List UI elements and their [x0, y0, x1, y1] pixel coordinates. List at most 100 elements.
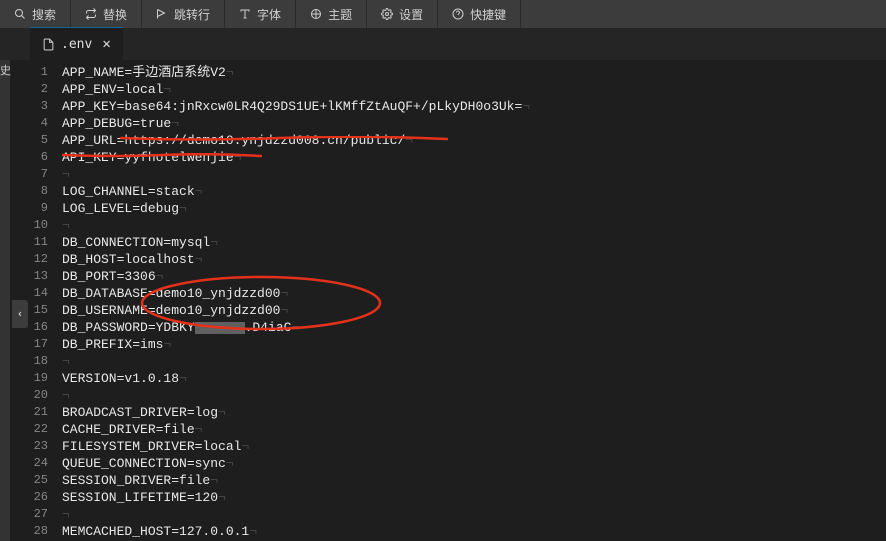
- line-ending-icon: ¬: [156, 269, 164, 284]
- toolbar-goto[interactable]: 跳转行: [142, 0, 225, 28]
- line-ending-icon: ¬: [405, 133, 413, 148]
- code-line[interactable]: APP_KEY=base64:jnRxcw0LR4Q29DS1UE+lKMffZ…: [62, 98, 886, 115]
- code-line[interactable]: DB_USERNAME=demo10_ynjdzzd00¬: [62, 302, 886, 319]
- line-number: 20: [10, 387, 62, 404]
- code-line[interactable]: DB_PASSWORD=YDBKY.D4iaC¬: [62, 319, 886, 336]
- line-ending-icon: ¬: [195, 252, 203, 267]
- line-number: 1: [10, 64, 62, 81]
- line-number: 22: [10, 421, 62, 438]
- code-line[interactable]: ¬: [62, 353, 886, 370]
- code-line[interactable]: DB_PREFIX=ims¬: [62, 336, 886, 353]
- tab-filename: .env: [61, 37, 92, 52]
- line-ending-icon: ¬: [280, 303, 288, 318]
- toolbar-font[interactable]: 字体: [225, 0, 296, 28]
- line-number: 28: [10, 523, 62, 540]
- left-edge: 史: [0, 60, 10, 541]
- code-line[interactable]: BROADCAST_DRIVER=log¬: [62, 404, 886, 421]
- line-ending-icon: ¬: [62, 218, 70, 233]
- line-number: 23: [10, 438, 62, 455]
- line-number: 19: [10, 370, 62, 387]
- line-ending-icon: ¬: [522, 99, 530, 114]
- line-number: 9: [10, 200, 62, 217]
- gear-icon: [381, 8, 393, 20]
- toolbar-label: 搜索: [32, 6, 56, 23]
- line-ending-icon: ¬: [62, 354, 70, 369]
- code-line[interactable]: APP_DEBUG=true¬: [62, 115, 886, 132]
- code-line[interactable]: FILESYSTEM_DRIVER=local¬: [62, 438, 886, 455]
- code-line[interactable]: SESSION_LIFETIME=120¬: [62, 489, 886, 506]
- toolbar-settings[interactable]: 设置: [367, 0, 438, 28]
- line-ending-icon: ¬: [226, 456, 234, 471]
- line-number: 3: [10, 98, 62, 115]
- toolbar-label: 字体: [257, 6, 281, 23]
- code-line[interactable]: LOG_LEVEL=debug¬: [62, 200, 886, 217]
- code-line[interactable]: DB_DATABASE=demo10_ynjdzzd00¬: [62, 285, 886, 302]
- line-number: 21: [10, 404, 62, 421]
- code-line[interactable]: APP_NAME=手边酒店系统V2¬: [62, 64, 886, 81]
- code-line[interactable]: APP_ENV=local¬: [62, 81, 886, 98]
- line-number: 8: [10, 183, 62, 200]
- code-line[interactable]: QUEUE_CONNECTION=sync¬: [62, 455, 886, 472]
- line-number: 5: [10, 132, 62, 149]
- code-line[interactable]: ¬: [62, 217, 886, 234]
- line-number: 13: [10, 268, 62, 285]
- toolbar-shortcut[interactable]: 快捷键: [438, 0, 521, 28]
- line-ending-icon: ¬: [291, 320, 299, 335]
- line-number: 7: [10, 166, 62, 183]
- goto-icon: [156, 8, 168, 20]
- line-ending-icon: ¬: [226, 65, 234, 80]
- line-number: 4: [10, 115, 62, 132]
- line-number: 18: [10, 353, 62, 370]
- line-ending-icon: ¬: [249, 524, 257, 539]
- replace-icon: [85, 8, 97, 20]
- code-line[interactable]: MEMCACHED_HOST=127.0.0.1¬: [62, 523, 886, 540]
- toolbar-theme[interactable]: 主题: [296, 0, 367, 28]
- code-line[interactable]: VERSION=v1.0.18¬: [62, 370, 886, 387]
- toolbar: 搜索 替换 跳转行 字体 主题 设置 快捷键: [0, 0, 886, 28]
- line-ending-icon: ¬: [62, 507, 70, 522]
- code-line[interactable]: DB_CONNECTION=mysql¬: [62, 234, 886, 251]
- line-ending-icon: ¬: [210, 235, 218, 250]
- tab-bar: .env ✕: [0, 28, 886, 60]
- toolbar-search[interactable]: 搜索: [0, 0, 71, 28]
- code-line[interactable]: ¬: [62, 506, 886, 523]
- toolbar-label: 设置: [399, 6, 423, 23]
- code-line[interactable]: APP_URL=https://demo10.ynjdzzd008.cn/pub…: [62, 132, 886, 149]
- line-number: 10: [10, 217, 62, 234]
- line-ending-icon: ¬: [210, 473, 218, 488]
- code-area[interactable]: APP_NAME=手边酒店系统V2¬APP_ENV=local¬APP_KEY=…: [62, 60, 886, 541]
- line-ending-icon: ¬: [163, 337, 171, 352]
- line-ending-icon: ¬: [234, 150, 242, 165]
- line-ending-icon: ¬: [218, 490, 226, 505]
- line-number: 26: [10, 489, 62, 506]
- line-number: 24: [10, 455, 62, 472]
- font-icon: [239, 8, 251, 20]
- redacted-block: [195, 322, 245, 334]
- line-number: 2: [10, 81, 62, 98]
- line-ending-icon: ¬: [171, 116, 179, 131]
- collapse-sidebar-button[interactable]: [12, 300, 28, 328]
- code-line[interactable]: DB_HOST=localhost¬: [62, 251, 886, 268]
- code-line[interactable]: LOG_CHANNEL=stack¬: [62, 183, 886, 200]
- tab-env[interactable]: .env ✕: [30, 27, 123, 60]
- sidebar-hint: 史: [0, 62, 11, 78]
- code-line[interactable]: SESSION_DRIVER=file¬: [62, 472, 886, 489]
- search-icon: [14, 8, 26, 20]
- line-ending-icon: ¬: [195, 184, 203, 199]
- toolbar-label: 替换: [103, 6, 127, 23]
- line-ending-icon: ¬: [218, 405, 226, 420]
- line-number: 17: [10, 336, 62, 353]
- code-line[interactable]: ¬: [62, 387, 886, 404]
- editor: 史 12345678910111213141516171819202122232…: [0, 60, 886, 541]
- toolbar-replace[interactable]: 替换: [71, 0, 142, 28]
- theme-icon: [310, 8, 322, 20]
- close-icon[interactable]: ✕: [102, 36, 110, 52]
- code-line[interactable]: ¬: [62, 166, 886, 183]
- code-line[interactable]: CACHE_DRIVER=file¬: [62, 421, 886, 438]
- code-line[interactable]: API_KEY=yyfhotelwenjie¬: [62, 149, 886, 166]
- code-line[interactable]: DB_PORT=3306¬: [62, 268, 886, 285]
- line-ending-icon: ¬: [195, 422, 203, 437]
- line-number: 25: [10, 472, 62, 489]
- line-number: 11: [10, 234, 62, 251]
- line-ending-icon: ¬: [241, 439, 249, 454]
